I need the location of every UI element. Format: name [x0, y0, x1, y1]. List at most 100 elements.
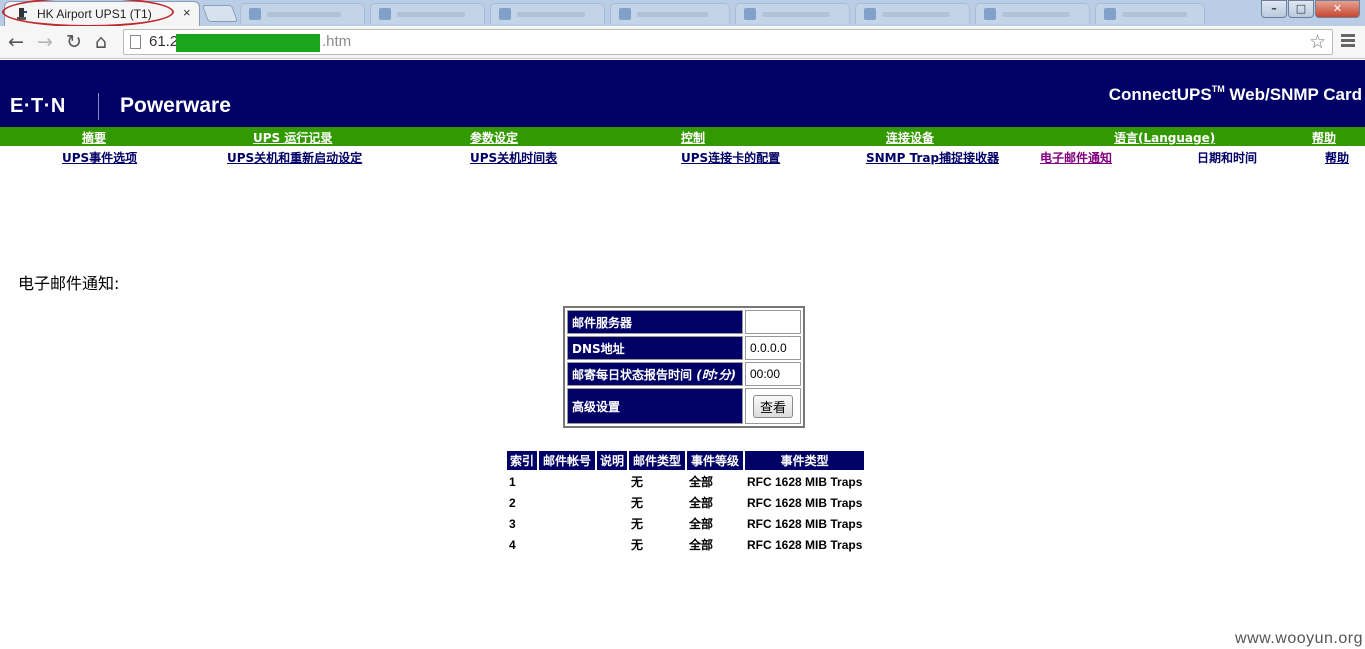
dns-value: 0.0.0.0 — [745, 336, 801, 360]
new-tab-button[interactable] — [201, 5, 239, 22]
email-settings-table: 邮件服务器 DNS地址 0.0.0.0 邮寄每日状态报告时间 (时:分) 00:… — [563, 306, 805, 428]
maximize-button[interactable]: □ — [1288, 0, 1314, 18]
address-bar[interactable]: 61.2 .htm ☆ — [123, 29, 1333, 55]
reload-icon[interactable]: ↻ — [66, 31, 82, 53]
nav-help[interactable]: 帮助 — [1312, 129, 1336, 146]
column-header-description: 说明 — [597, 451, 627, 470]
table-row: 2 无 全部 RFC 1628 MIB Traps — [507, 493, 864, 512]
row-mail-type: 无 — [631, 475, 644, 489]
page-title: 电子邮件通知: — [18, 274, 120, 293]
tab-favicon-icon — [744, 8, 756, 20]
row-event-type: RFC 1628 MIB Traps — [747, 474, 863, 489]
browser-toolbar: ← → ↻ ⌂ 61.2 .htm ☆ — [0, 26, 1365, 59]
nav-connected-devices[interactable]: 连接设备 — [886, 129, 934, 146]
dns-label: DNS地址 — [567, 336, 743, 360]
row-description — [597, 535, 627, 554]
row-description — [597, 493, 627, 512]
view-button[interactable]: 查看 — [752, 394, 793, 418]
back-arrow-icon[interactable]: ← — [8, 31, 24, 53]
tab-favicon-icon — [864, 8, 876, 20]
row-description — [597, 472, 627, 491]
email-accounts-table: 索引 邮件帐号 说明 邮件类型 事件等级 事件类型 1 无 全部 RFC 162… — [505, 449, 866, 556]
column-header-event-type: 事件类型 — [745, 451, 865, 470]
row-level: 全部 — [689, 517, 714, 531]
nav-control[interactable]: 控制 — [681, 129, 705, 146]
subnav-card-config[interactable]: UPS连接卡的配置 — [681, 149, 780, 166]
browser-tab-background[interactable] — [1095, 3, 1205, 24]
table-row: 1 无 全部 RFC 1628 MIB Traps — [507, 472, 864, 491]
product-title: ConnectUPSTM Web/SNMP Card — [1108, 84, 1362, 104]
nav-language[interactable]: 语言(Language) — [1114, 129, 1215, 146]
row-level: 全部 — [689, 475, 714, 489]
tab-favicon-icon — [619, 8, 631, 20]
mail-server-label: 邮件服务器 — [567, 310, 743, 334]
eaton-logo: E·T·N — [10, 95, 66, 117]
daily-report-value: 00:00 — [745, 362, 801, 386]
bookmark-star-icon[interactable]: ☆ — [1309, 31, 1326, 53]
main-nav: 摘要 UPS 运行记录 参数设定 控制 连接设备 语言(Language) 帮助 — [0, 127, 1365, 146]
row-account — [539, 514, 595, 533]
browser-tab-background[interactable] — [240, 3, 365, 24]
browser-tab-background[interactable] — [735, 3, 850, 24]
nav-ups-log[interactable]: UPS 运行记录 — [253, 129, 332, 146]
subnav-help[interactable]: 帮助 — [1325, 149, 1349, 166]
logo-divider — [98, 93, 99, 120]
menu-icon[interactable] — [1341, 34, 1355, 49]
browser-tab-background[interactable] — [370, 3, 485, 24]
column-header-level: 事件等级 — [687, 451, 743, 470]
subnav-snmp-trap[interactable]: SNMP Trap捕捉接收器 — [866, 149, 999, 166]
subnav-shutdown-restart[interactable]: UPS关机和重新启动设定 — [227, 149, 362, 166]
row-event-type: RFC 1628 MIB Traps — [747, 516, 863, 531]
row-index: 1 — [509, 474, 516, 489]
subnav-shutdown-schedule[interactable]: UPS关机时间表 — [470, 149, 557, 166]
home-icon[interactable]: ⌂ — [95, 31, 107, 53]
row-index: 3 — [509, 516, 516, 531]
watermark: www.wooyun.org — [1235, 630, 1363, 647]
powerware-logo: Powerware — [120, 94, 231, 117]
header-band: E·T·N Powerware ConnectUPSTM Web/SNMP Ca… — [0, 60, 1365, 127]
subnav-ups-events[interactable]: UPS事件选项 — [62, 149, 137, 166]
tab-favicon-icon — [499, 8, 511, 20]
url-text: 61.2 — [149, 33, 179, 50]
window-close-button[interactable]: ✕ — [1315, 0, 1360, 18]
nav-summary[interactable]: 摘要 — [82, 129, 106, 146]
column-header-account: 邮件帐号 — [539, 451, 595, 470]
subnav-date-time[interactable]: 日期和时间 — [1197, 149, 1257, 166]
browser-tab-background[interactable] — [610, 3, 730, 24]
row-level: 全部 — [689, 496, 714, 510]
row-event-type: RFC 1628 MIB Traps — [747, 495, 863, 510]
tab-favicon-icon — [249, 8, 261, 20]
tab-close-icon[interactable]: × — [183, 5, 191, 20]
advanced-settings-label: 高级设置 — [567, 388, 743, 424]
column-header-mail-type: 邮件类型 — [629, 451, 685, 470]
browser-tab-background[interactable] — [490, 3, 605, 24]
forward-arrow-icon[interactable]: → — [37, 31, 53, 53]
page-icon — [130, 35, 141, 49]
row-account — [539, 493, 595, 512]
table-row: 3 无 全部 RFC 1628 MIB Traps — [507, 514, 864, 533]
url-suffix: .htm — [322, 33, 352, 50]
table-row: 4 无 全部 RFC 1628 MIB Traps — [507, 535, 864, 554]
row-mail-type: 无 — [631, 496, 644, 510]
row-account — [539, 472, 595, 491]
nav-settings[interactable]: 参数设定 — [470, 129, 518, 146]
mail-server-value — [745, 310, 801, 334]
subnav-email-notification[interactable]: 电子邮件通知 — [1040, 149, 1112, 166]
column-header-index: 索引 — [507, 451, 537, 470]
row-index: 2 — [509, 495, 516, 510]
daily-report-label: 邮寄每日状态报告时间 (时:分) — [567, 362, 743, 386]
row-mail-type: 无 — [631, 517, 644, 531]
tab-strip: HK Airport UPS1 (T1) × – □ ✕ — [0, 0, 1365, 27]
url-redaction — [176, 34, 320, 52]
row-event-type: RFC 1628 MIB Traps — [747, 537, 863, 552]
tab-favicon-icon — [1104, 8, 1116, 20]
row-level: 全部 — [689, 538, 714, 552]
tab-favicon-icon — [984, 8, 996, 20]
row-account — [539, 535, 595, 554]
browser-tab-background[interactable] — [855, 3, 970, 24]
row-mail-type: 无 — [631, 538, 644, 552]
minimize-button[interactable]: – — [1261, 0, 1287, 18]
row-description — [597, 514, 627, 533]
browser-tab-background[interactable] — [975, 3, 1090, 24]
tab-favicon-icon — [379, 8, 391, 20]
